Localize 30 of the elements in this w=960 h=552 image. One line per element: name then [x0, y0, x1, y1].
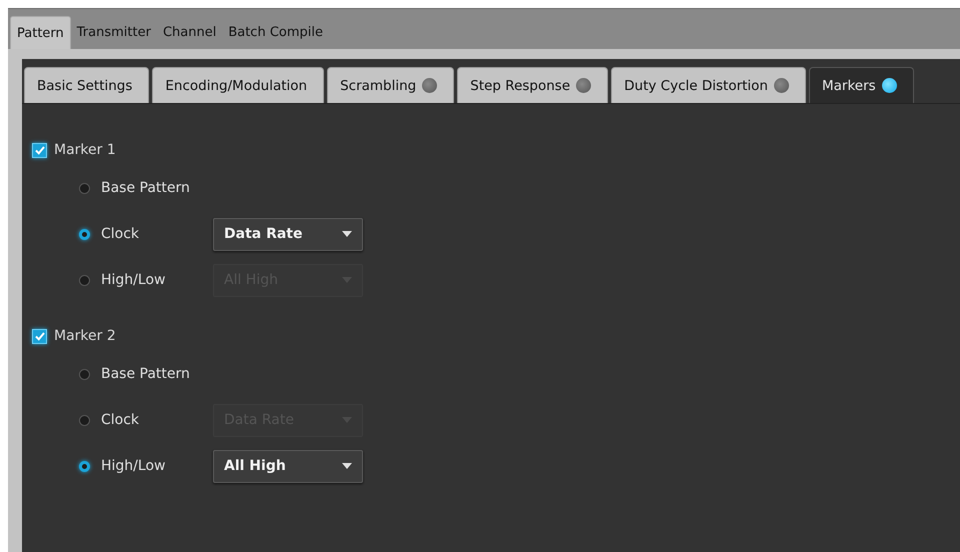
dropdown[interactable]: All High [213, 450, 363, 482]
caret-icon [342, 231, 352, 237]
checkbox-label: Marker 1 [54, 142, 116, 158]
checkbox[interactable] [32, 328, 47, 344]
settings-tab[interactable]: Scrambling [327, 67, 454, 103]
radio-button[interactable] [79, 368, 90, 380]
radio-label: Clock [101, 412, 140, 428]
outer-tab[interactable]: Batch Compile [222, 16, 329, 49]
checkbox[interactable] [32, 142, 47, 158]
radio-button[interactable] [79, 460, 90, 472]
outer-tab[interactable]: Pattern [10, 16, 71, 49]
checkbox-label: Marker 2 [54, 328, 116, 344]
radio-label: Base Pattern [101, 366, 191, 382]
settings-tab[interactable]: Basic Settings [24, 67, 150, 103]
settings-tab[interactable]: Step Response [457, 67, 608, 103]
radio-label: High/Low [101, 458, 166, 474]
radio-button[interactable] [79, 228, 90, 240]
settings-tab[interactable]: Encoding/Modulation [152, 67, 324, 103]
radio-button[interactable] [79, 414, 90, 426]
radio-button[interactable] [79, 182, 90, 194]
caret-icon [342, 463, 352, 469]
outer-tab[interactable]: Channel [156, 16, 222, 49]
dropdown[interactable]: Data Rate [213, 218, 363, 250]
radio-label: Clock [101, 226, 140, 242]
radio-label: High/Low [101, 272, 166, 288]
settings-tab[interactable]: Markers [809, 67, 914, 103]
outer-tab[interactable]: Transmitter [70, 16, 157, 49]
radio-button[interactable] [79, 274, 90, 286]
radio-label: Base Pattern [101, 180, 191, 196]
settings-tab[interactable]: Duty Cycle Distortion [611, 67, 806, 103]
